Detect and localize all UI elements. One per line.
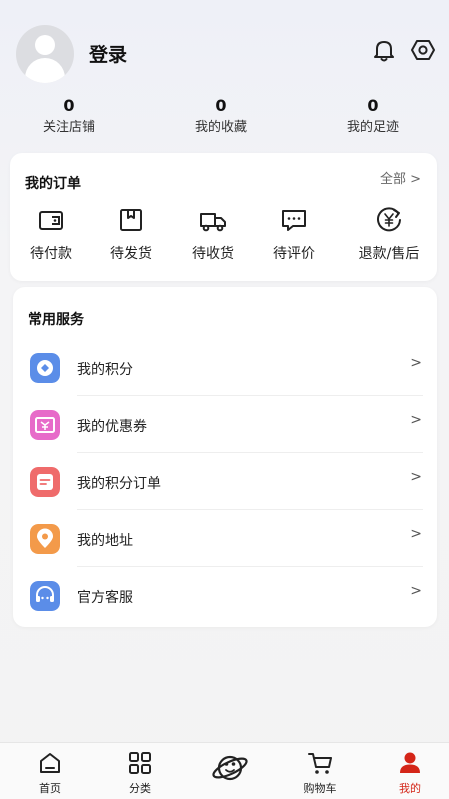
- profile-icon: [400, 752, 420, 773]
- order-pending-payment[interactable]: 待付款: [10, 205, 92, 263]
- coupon-icon: [30, 410, 60, 440]
- category-icon: [129, 752, 151, 774]
- tab-planet[interactable]: [195, 751, 265, 788]
- truck-icon: [200, 213, 226, 232]
- order-item-label: 待评价: [273, 246, 315, 262]
- box-icon: [120, 209, 142, 231]
- stat-value: 0: [63, 96, 75, 115]
- service-row-address[interactable]: 我的地址 >: [13, 510, 437, 567]
- chevron-right-icon: >: [410, 526, 422, 542]
- all-orders-link[interactable]: 全部 >: [380, 168, 421, 187]
- bell-icon[interactable]: [371, 37, 397, 63]
- cart-icon: [308, 753, 332, 774]
- chevron-right-icon: >: [410, 469, 422, 485]
- chevron-right-icon: >: [410, 412, 422, 428]
- services-card: 常用服务 我的积分 > 我的优惠券 > 我的积分订单 > 我的地址 > 官方客服…: [13, 287, 437, 627]
- tab-label: 分类: [129, 782, 151, 795]
- stat-label: 我的足迹: [346, 120, 399, 135]
- tab-cart[interactable]: 购物车: [285, 749, 355, 796]
- stats-row: 0 关注店铺 0 我的收藏 0 我的足迹: [0, 96, 449, 142]
- points-icon: [30, 353, 60, 383]
- tab-label: 首页: [39, 782, 61, 795]
- stat-followed-stores[interactable]: 0 关注店铺: [9, 96, 129, 138]
- location-icon: [30, 524, 60, 554]
- comment-icon: [282, 210, 306, 231]
- service-row-points-orders[interactable]: 我的积分订单 >: [13, 453, 437, 510]
- order-pending-review[interactable]: 待评价: [253, 205, 335, 263]
- order-item-label: 待收货: [192, 246, 234, 262]
- points-order-icon: [30, 467, 60, 497]
- stat-label: 我的收藏: [194, 120, 247, 135]
- profile-header: 登录 0 关注店铺 0 我的收藏 0 我的足迹: [0, 0, 449, 150]
- service-row-coupons[interactable]: 我的优惠券 >: [13, 396, 437, 453]
- tab-category[interactable]: 分类: [105, 749, 175, 796]
- services-title: 常用服务: [28, 312, 84, 328]
- refund-icon: [377, 207, 401, 232]
- service-label: 我的积分订单: [77, 476, 161, 492]
- orders-title: 我的订单: [25, 176, 81, 192]
- stat-footprints[interactable]: 0 我的足迹: [313, 96, 433, 138]
- avatar-head-shape: [35, 35, 55, 55]
- home-icon: [40, 753, 60, 773]
- service-label: 我的优惠券: [77, 419, 147, 435]
- service-label: 我的积分: [77, 362, 133, 378]
- order-item-label: 待付款: [30, 246, 72, 262]
- chevron-right-icon: >: [410, 355, 422, 371]
- login-link[interactable]: 登录: [89, 40, 127, 67]
- service-label: 我的地址: [77, 533, 133, 549]
- chevron-right-icon: >: [410, 583, 422, 599]
- service-row-points[interactable]: 我的积分 >: [13, 339, 437, 396]
- avatar-body-shape: [25, 58, 65, 83]
- order-pending-receipt[interactable]: 待收货: [172, 205, 254, 263]
- tab-label: 我的: [399, 782, 421, 795]
- avatar[interactable]: [16, 25, 74, 83]
- tab-label: 购物车: [303, 782, 337, 795]
- order-item-label: 待发货: [110, 246, 152, 262]
- stat-favorites[interactable]: 0 我的收藏: [161, 96, 281, 138]
- stat-value: 0: [367, 96, 379, 115]
- service-label: 官方客服: [77, 590, 133, 606]
- order-refund-aftersale[interactable]: 退款/售后: [344, 205, 434, 263]
- tab-home[interactable]: 首页: [15, 749, 85, 796]
- order-item-label: 退款/售后: [358, 246, 420, 262]
- customer-service-icon: [30, 581, 60, 611]
- bottom-tab-bar: 首页 分类 购物车 我的: [0, 742, 449, 799]
- stat-value: 0: [215, 96, 227, 115]
- service-row-customer-service[interactable]: 官方客服 >: [13, 567, 437, 624]
- stat-label: 关注店铺: [42, 120, 95, 135]
- settings-icon[interactable]: [410, 37, 436, 63]
- tab-profile[interactable]: 我的: [375, 749, 445, 796]
- order-pending-shipment[interactable]: 待发货: [90, 205, 172, 263]
- wallet-icon: [39, 211, 63, 230]
- planet-icon: [212, 755, 248, 781]
- orders-card: 我的订单 全部 > 待付款 待发货 待收货 待评价 退款/售后: [10, 153, 437, 281]
